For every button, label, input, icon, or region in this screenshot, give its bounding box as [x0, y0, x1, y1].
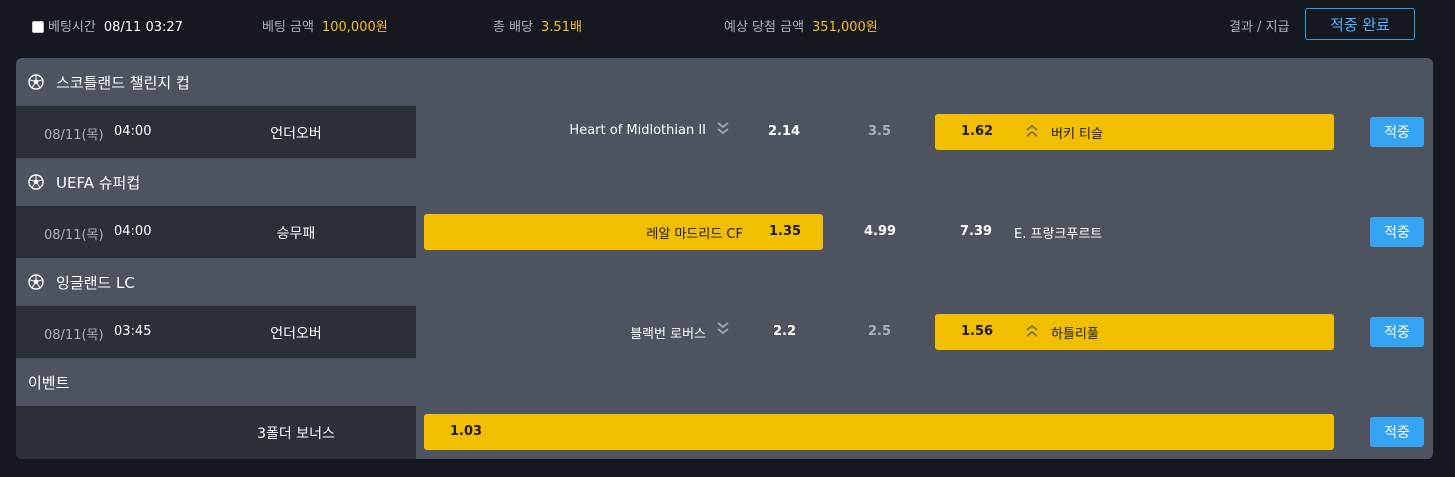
match-time: 03:45	[114, 324, 152, 339]
status-win-button[interactable]: 적중	[1370, 117, 1424, 147]
away-odd: 1.62	[961, 124, 994, 139]
result-label: 결과 / 지급	[1229, 20, 1290, 35]
bet-time-value: 08/11 03:27	[103, 20, 183, 35]
league-name: UEFA 슈퍼컵	[56, 173, 141, 192]
handicap-line: 2.5	[868, 324, 892, 339]
soccer-ball-icon	[28, 174, 44, 190]
status-win-button[interactable]: 적중	[1370, 317, 1424, 347]
event-header: 이벤트	[16, 358, 1433, 406]
double-chevron-down-icon	[716, 321, 730, 335]
market-type: 3폴더 보너스	[257, 426, 335, 442]
league-header: UEFA 슈퍼컵	[16, 158, 1433, 206]
selected-odd[interactable]: 1.62 버키 티슬	[935, 114, 1334, 150]
expected-win-value: 351,000원	[812, 20, 878, 35]
expected-win: 예상 당첨 금액 351,000원	[724, 16, 878, 35]
double-chevron-down-icon	[716, 121, 730, 135]
selected-odd[interactable]: 1.03	[424, 414, 1334, 450]
bet-row: 08/11(목) 04:00 승무패 레알 마드리드 CF 1.35 4.99 …	[16, 206, 1433, 258]
selected-odd[interactable]: 1.56 하틀리풀	[935, 314, 1334, 350]
handicap-line: 3.5	[868, 124, 892, 139]
soccer-ball-icon	[28, 74, 44, 90]
bet-row: 3폴더 보너스 1.03 적중	[16, 406, 1433, 459]
away-team: E. 프랑크푸르트	[1014, 227, 1103, 242]
league-name: 잉글랜드 LC	[56, 273, 135, 292]
home-odd: 2.14	[768, 124, 801, 139]
away-team: 하틀리풀	[1051, 327, 1099, 342]
home-team: Heart of Midlothian II	[569, 123, 706, 138]
bet-slip-panel: 스코틀랜드 챌린지 컵 08/11(목) 04:00 언더오버 Heart of…	[16, 58, 1433, 459]
event-odd: 1.03	[450, 424, 483, 439]
selected-odd[interactable]: 레알 마드리드 CF 1.35	[424, 214, 823, 250]
league-header: 잉글랜드 LC	[16, 258, 1433, 306]
total-odds: 총 배당 3.51배	[493, 16, 582, 35]
match-date: 08/11(목)	[44, 228, 104, 243]
total-odds-label: 총 배당	[493, 20, 534, 35]
away-odd: 7.39	[960, 224, 993, 239]
status-win-button[interactable]: 적중	[1370, 217, 1424, 247]
home-odd: 1.35	[769, 224, 802, 239]
market-type: 승무패	[276, 226, 316, 242]
total-odds-value: 3.51배	[541, 20, 582, 35]
draw-odd: 4.99	[864, 224, 897, 239]
match-time: 04:00	[114, 224, 152, 239]
match-info: 08/11(목) 04:00 승무패	[16, 206, 416, 258]
bet-summary-bar: 베팅시간 08/11 03:27 베팅 금액 100,000원 총 배당 3.51배 …	[0, 0, 1455, 50]
win-complete-button[interactable]: 적중 완료	[1305, 8, 1415, 40]
double-chevron-up-icon	[1025, 324, 1039, 338]
match-date: 08/11(목)	[44, 128, 104, 143]
market-type: 언더오버	[270, 326, 322, 342]
bet-time-label: 베팅시간	[48, 20, 96, 35]
league-name: 스코틀랜드 챌린지 컵	[56, 73, 190, 92]
league-header: 스코틀랜드 챌린지 컵	[16, 58, 1433, 106]
bet-amount-value: 100,000원	[321, 20, 388, 35]
match-info: 3폴더 보너스	[16, 406, 416, 459]
double-chevron-up-icon	[1025, 124, 1039, 138]
match-date: 08/11(목)	[44, 328, 104, 343]
event-name: 이벤트	[28, 373, 70, 392]
bet-row: 08/11(목) 03:45 언더오버 블랙번 로버스 2.2 2.5 1.56…	[16, 306, 1433, 358]
expected-win-label: 예상 당첨 금액	[724, 20, 805, 35]
home-team: 블랙번 로버스	[630, 327, 706, 342]
bet-amount-label: 베팅 금액	[262, 20, 314, 35]
soccer-ball-icon	[28, 274, 44, 290]
match-info: 08/11(목) 04:00 언더오버	[16, 106, 416, 158]
away-team: 버키 티슬	[1051, 127, 1103, 142]
select-checkbox[interactable]	[32, 21, 44, 33]
match-time: 04:00	[114, 124, 152, 139]
away-odd: 1.56	[961, 324, 994, 339]
status-win-button[interactable]: 적중	[1370, 417, 1424, 447]
home-team: 레알 마드리드 CF	[646, 227, 743, 242]
home-odd: 2.2	[773, 324, 797, 339]
bet-row: 08/11(목) 04:00 언더오버 Heart of Midlothian …	[16, 106, 1433, 158]
bet-amount: 베팅 금액 100,000원	[262, 16, 388, 35]
market-type: 언더오버	[270, 126, 322, 142]
bet-time: 베팅시간 08/11 03:27	[32, 16, 183, 35]
match-info: 08/11(목) 03:45 언더오버	[16, 306, 416, 358]
